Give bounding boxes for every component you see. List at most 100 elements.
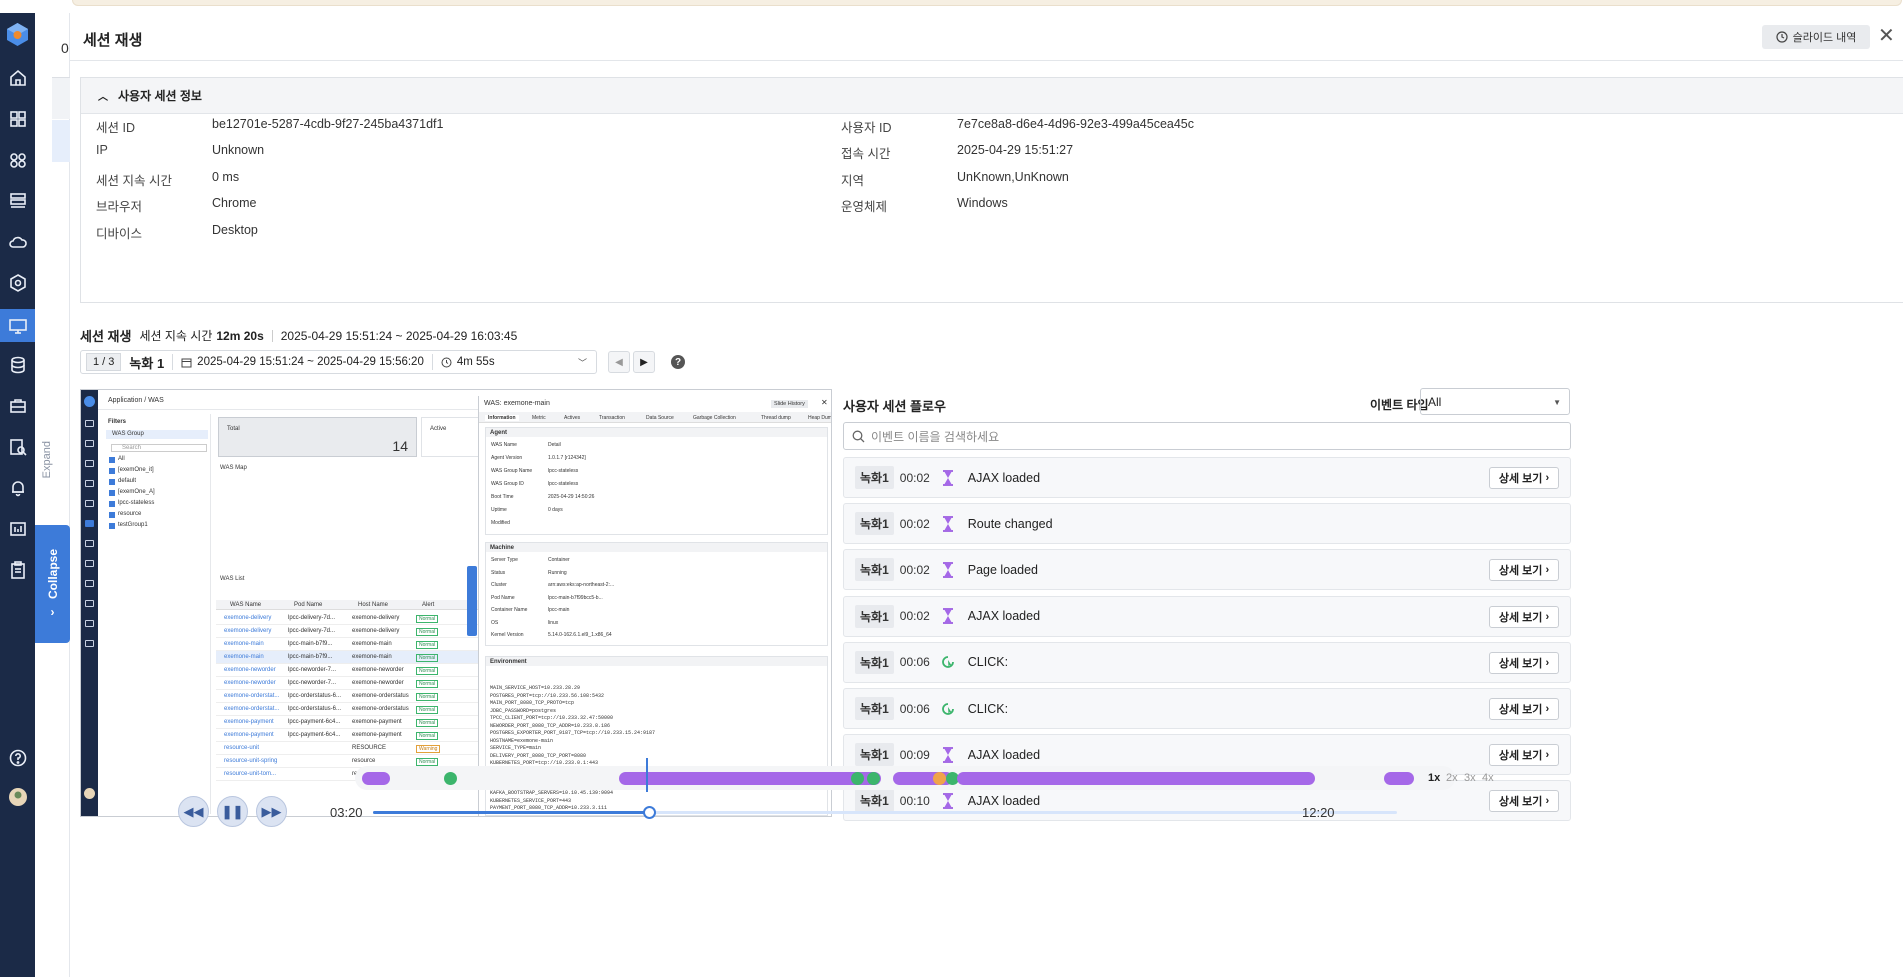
session-replay-nav-icon[interactable] (0, 309, 35, 342)
was-column-header[interactable]: Pod Name (294, 602, 322, 608)
checkbox-icon[interactable] (109, 501, 115, 507)
close-icon[interactable]: ✕ (1878, 23, 1895, 48)
was-table-row[interactable]: exemone-main lpcc-main-b7f9... exemone-mai… (216, 651, 478, 664)
home-icon[interactable] (6, 66, 29, 89)
filter-search[interactable]: Search (111, 444, 207, 452)
analysis-icon[interactable] (6, 435, 29, 458)
report-icon[interactable] (6, 517, 29, 540)
event-type-select[interactable]: All ▼ (1420, 388, 1570, 415)
alert-badge: Normal (416, 758, 439, 766)
was-table-row[interactable]: exemone-delivery lpcc-delivery-7d... exemo… (216, 612, 478, 625)
topology-icon[interactable] (6, 148, 29, 171)
hourglass-icon (940, 469, 956, 486)
detail-tab[interactable]: Thread dump (761, 415, 791, 421)
kubernetes-icon[interactable] (6, 271, 29, 294)
dashboard-icon[interactable] (6, 107, 29, 130)
detail-button[interactable]: 상세 보기 › (1489, 605, 1559, 628)
checkbox-icon[interactable] (109, 523, 115, 529)
checkbox-icon[interactable] (109, 468, 115, 474)
checkbox-icon[interactable] (109, 457, 115, 463)
checkbox-icon[interactable] (109, 479, 115, 485)
expand-toggle[interactable]: Expand (41, 441, 65, 478)
event-time: 00:02 (899, 516, 930, 531)
detail-tab[interactable]: Information (485, 415, 519, 421)
server-icon[interactable] (6, 189, 29, 212)
was-table-row[interactable]: exemone-payment lpcc-payment-6c4... exemon… (216, 716, 478, 729)
checkbox-icon[interactable] (109, 512, 115, 518)
was-table-row[interactable]: exemone-neworder lpcc-neworder-7... exemon… (216, 677, 478, 690)
detail-button[interactable]: 상세 보기 › (1489, 467, 1559, 489)
was-column-header[interactable]: Alert (422, 602, 434, 608)
recording-selector[interactable]: 1 / 3 녹화 1 2025-04-29 15:51:24 ~ 2025-04… (80, 350, 597, 374)
flow-event-item[interactable]: 녹화1 00:02 Page loaded 상세 보기 › (843, 549, 1571, 591)
checkbox-icon[interactable] (109, 490, 115, 496)
alert-bell-icon[interactable] (6, 476, 29, 499)
was-table-row[interactable]: exemone-orderstat... lpcc-orderstatus-6..… (216, 703, 478, 716)
click-icon (940, 701, 956, 717)
clipboard-icon[interactable] (6, 558, 29, 581)
progress-handle[interactable] (643, 806, 657, 819)
timeline-playhead[interactable] (646, 758, 648, 792)
divider (172, 354, 174, 370)
close-icon[interactable]: ✕ (821, 398, 828, 407)
detail-button[interactable]: 상세 보기 › (1489, 651, 1559, 674)
device-label: 디바이스 (96, 227, 143, 241)
detail-button[interactable]: 상세 보기 › (1489, 698, 1559, 720)
detail-tab[interactable]: Data Source (646, 415, 674, 421)
group-label: All (118, 456, 125, 462)
speed-4x[interactable]: 4x (1482, 772, 1494, 784)
speed-3x[interactable]: 3x (1464, 772, 1476, 784)
was-table-row[interactable]: exemone-orderstat... lpcc-orderstatus-6..… (216, 690, 478, 703)
flow-event-item[interactable]: 녹화1 00:06 CLICK: 상세 보기 › (843, 641, 1571, 683)
was-table-row[interactable]: exemone-delivery lpcc-delivery-7d... exemo… (216, 625, 478, 638)
detail-tab[interactable]: Heap Dump (808, 415, 831, 421)
cloud-icon[interactable] (6, 230, 29, 253)
slide-history-button[interactable]: 슬라이드 내역 (1762, 25, 1870, 49)
rewind-button[interactable]: ◀◀ (178, 796, 209, 827)
replay-viewport: Application / WAS Filters WAS Group Sear… (80, 389, 832, 817)
was-column-header[interactable]: Host Name (358, 602, 388, 608)
was-table-row[interactable]: exemone-payment lpcc-payment-6c4... exemon… (216, 729, 478, 742)
detail-tab[interactable]: Transaction (599, 415, 625, 421)
flow-event-item[interactable]: 녹화1 00:02 AJAX loaded 상세 보기 › (843, 457, 1571, 498)
session-info-header[interactable]: ︿ 사용자 세션 정보 (81, 78, 1903, 114)
detail-tab[interactable]: Metric (532, 415, 546, 421)
database-icon[interactable] (6, 353, 29, 376)
next-recording-button[interactable]: ▶ (633, 351, 655, 373)
fast-forward-button[interactable]: ▶▶ (256, 796, 287, 827)
event-timeline[interactable] (355, 758, 1455, 792)
user-avatar-icon[interactable] (6, 785, 29, 808)
event-search-input[interactable]: 이벤트 이름을 검색하세요 (843, 422, 1571, 450)
notification-bar (72, 0, 1902, 6)
was-table-row[interactable]: exemone-neworder lpcc-neworder-7... exemon… (216, 664, 478, 677)
detail-button[interactable]: 상세 보기 › (1489, 559, 1559, 582)
detail-key: Server Type (491, 557, 518, 563)
was-table-row[interactable]: resource-unit RESOURCE Warning (216, 742, 478, 755)
app-logo-icon[interactable] (5, 22, 30, 47)
was-table-row[interactable]: exemone-main lpcc-main-b7f9... exemone-mai… (216, 638, 478, 651)
help-icon[interactable]: ? (671, 355, 685, 369)
flow-event-item[interactable]: 녹화1 00:02 AJAX loaded 상세 보기 › (843, 595, 1571, 637)
progress-bar[interactable] (373, 811, 1397, 814)
pause-button[interactable]: ❚❚ (217, 796, 248, 827)
session-id-value: be12701e-5287-4cdb-9f27-245ba4371df1 (212, 117, 444, 131)
detail-label: 상세 보기 (1498, 611, 1543, 624)
was-table-cell: exemone-delivery (224, 628, 272, 634)
detail-button[interactable]: 상세 보기 › (1489, 744, 1559, 767)
business-icon[interactable] (6, 394, 29, 417)
prev-recording-button[interactable]: ◀ (608, 351, 630, 373)
flow-event-item[interactable]: 녹화1 00:02 Route changed (843, 503, 1571, 545)
flow-event-item[interactable]: 녹화1 00:06 CLICK: 상세 보기 › (843, 688, 1571, 729)
speed-1x[interactable]: 1x (1428, 772, 1440, 784)
collapse-toggle[interactable]: Collapse › (35, 525, 70, 643)
mini-expand-toggle[interactable] (467, 566, 477, 636)
recording-tag: 녹화1 (855, 604, 894, 628)
was-table-cell: exemone-orderstatus (352, 706, 409, 712)
help-icon[interactable] (6, 746, 29, 769)
was-column-header[interactable]: WAS Name (230, 602, 261, 608)
detail-tab[interactable]: Garbage Collection (693, 415, 736, 421)
filters-title: Filters (108, 419, 127, 425)
chevron-up-icon: ︿ (98, 92, 108, 103)
speed-2x[interactable]: 2x (1446, 772, 1458, 784)
detail-tab[interactable]: Actives (564, 415, 580, 421)
